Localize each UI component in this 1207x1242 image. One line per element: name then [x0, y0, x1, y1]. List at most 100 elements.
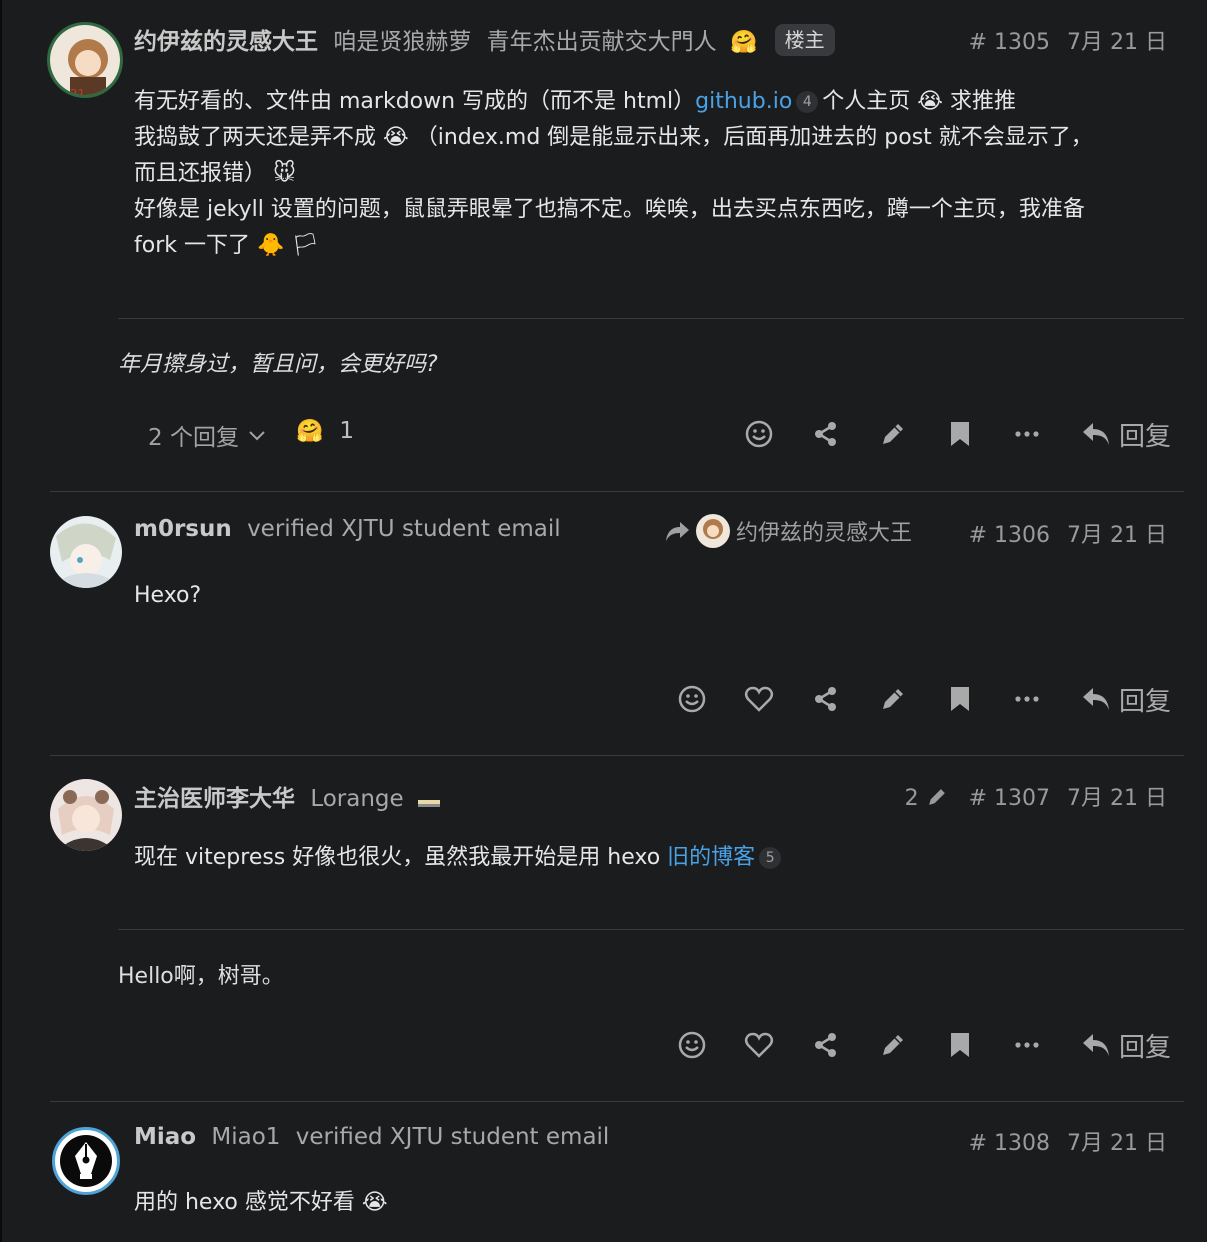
smile-icon [746, 420, 773, 448]
share-icon [815, 687, 837, 711]
post-body: 现在 vitepress 好像也很火，虽然我最开始是用 hexo 旧的博客 5 [134, 840, 1174, 876]
avatar[interactable] [52, 1127, 120, 1195]
reply-to-username: 约伊兹的灵感大王 [736, 521, 913, 546]
bookmark-icon [951, 1033, 970, 1057]
like-button[interactable] [726, 679, 793, 719]
edit-button[interactable] [860, 414, 927, 454]
post-number[interactable]: # 1308 [969, 1131, 1050, 1156]
more-button[interactable] [994, 679, 1061, 719]
username[interactable]: m0rsun [134, 516, 232, 542]
bookmark-icon [951, 687, 970, 711]
github-link[interactable]: github.io [695, 89, 792, 114]
edit-button[interactable] [860, 1025, 927, 1065]
link-click-count: 4 [796, 91, 819, 113]
react-button[interactable] [659, 1025, 726, 1065]
reply-icon [1082, 423, 1109, 445]
edit-count: 2 [904, 786, 919, 811]
ellipsis-icon [1015, 696, 1040, 702]
old-blog-link[interactable]: 旧的博客 [667, 845, 755, 870]
reaction-count: 1 [339, 418, 355, 444]
post-date[interactable]: 7月 21 日 [1067, 30, 1167, 55]
reply-button[interactable]: 回复 [1081, 416, 1171, 453]
username[interactable]: Miao [134, 1124, 196, 1150]
post-date[interactable]: 7月 21 日 [1067, 523, 1167, 548]
text: 求推推 [950, 89, 1017, 114]
reply-label: 回复 [1118, 421, 1171, 452]
text: 好像是 jekyll 设置的问题，鼠鼠弄眼晕了也搞不定。唉唉，出去买点东西吃，蹲… [134, 197, 1085, 222]
share-button[interactable] [793, 1025, 860, 1065]
reply-button[interactable]: 回复 [1081, 1027, 1171, 1064]
post-body: 有无好看的、文件由 markdown 写成的（而不是 html）github.i… [134, 84, 1174, 264]
share-icon [815, 422, 837, 446]
ellipsis-icon [1015, 431, 1040, 437]
reaction-summary[interactable]: 🤗 1 [296, 418, 354, 444]
post-number[interactable]: # 1307 [969, 786, 1050, 811]
reply-icon [1082, 1034, 1109, 1056]
smile-icon [679, 1031, 706, 1059]
react-button[interactable] [726, 414, 793, 454]
replies-label: 2 个回复 [148, 425, 239, 451]
user-title: 青年杰出贡献交大門人 [486, 29, 717, 55]
full-name: Lorange [310, 786, 404, 812]
reply-arrow-icon [666, 522, 689, 541]
text: 而且还报错） [134, 161, 267, 186]
post-number[interactable]: # 1306 [969, 523, 1050, 548]
pencil-icon [883, 689, 904, 709]
avatar-image [50, 779, 122, 851]
post-actions: 回复 [726, 414, 1171, 454]
replies-toggle[interactable]: 2 个回复 [148, 418, 269, 452]
share-button[interactable] [793, 679, 860, 719]
post-divider [50, 755, 1184, 756]
post-actions: 回复 [659, 1025, 1171, 1065]
pencil-icon [928, 789, 945, 805]
avatar-image [50, 516, 122, 588]
share-icon [815, 1033, 837, 1057]
chick-emoji: 🐥 [256, 233, 285, 258]
post-meta: # 1308 7月 21 日 [959, 1125, 1167, 1157]
post-number[interactable]: # 1305 [969, 30, 1050, 55]
post-date[interactable]: 7月 21 日 [1067, 786, 1167, 811]
more-button[interactable] [994, 414, 1061, 454]
user-status-icon [417, 800, 440, 807]
post-meta: # 1306 7月 21 日 [959, 517, 1167, 549]
cry-emoji: 😭 [361, 1190, 388, 1215]
bookmark-button[interactable] [927, 679, 994, 719]
signature-divider [118, 929, 1184, 930]
link-click-count: 5 [759, 847, 782, 869]
reply-label: 回复 [1118, 686, 1171, 717]
text: 有无好看的、文件由 markdown 写成的（而不是 html） [134, 89, 696, 114]
user-title: verified XJTU student email [247, 516, 561, 542]
avatar[interactable] [50, 779, 122, 851]
text: fork 一下了 [134, 233, 250, 258]
share-button[interactable] [793, 414, 860, 454]
body-line: 好像是 jekyll 设置的问题，鼠鼠弄眼晕了也搞不定。唉唉，出去买点东西吃，蹲… [134, 192, 1174, 228]
reply-to-tab[interactable]: 约伊兹的灵感大王 [664, 514, 912, 548]
like-button[interactable] [726, 1025, 793, 1065]
more-button[interactable] [994, 1025, 1061, 1065]
reply-label: 回复 [1118, 1032, 1171, 1063]
username[interactable]: 约伊兹的灵感大王 [134, 29, 318, 55]
heart-icon [745, 686, 774, 712]
pencil-icon [883, 1035, 904, 1055]
user-title: verified XJTU student email [295, 1124, 610, 1150]
body-line: 而且还报错） 🐭 [134, 156, 1174, 192]
post-actions: 回复 [659, 679, 1171, 719]
heart-icon [745, 1032, 774, 1058]
post-header: Miao Miao1 verified XJTU student email [134, 1124, 609, 1150]
username[interactable]: 主治医师李大华 [134, 786, 295, 812]
avatar-image: 21 [50, 25, 120, 98]
bookmark-button[interactable] [927, 414, 994, 454]
edit-button[interactable] [860, 679, 927, 719]
avatar[interactable]: 21 [47, 22, 123, 98]
post-divider [50, 491, 1184, 492]
bookmark-icon [951, 422, 970, 446]
edit-history[interactable]: 2 [895, 786, 955, 811]
body-line: 我捣鼓了两天还是弄不成 😭 （index.md 倒是能显示出来，后面再加进去的 … [134, 120, 1174, 156]
avatar[interactable] [50, 516, 122, 588]
reply-button[interactable]: 回复 [1081, 681, 1171, 718]
post-date[interactable]: 7月 21 日 [1067, 1131, 1167, 1156]
bookmark-button[interactable] [927, 1025, 994, 1065]
react-button[interactable] [659, 679, 726, 719]
svg-text:21: 21 [70, 87, 85, 98]
post-divider [50, 1101, 1184, 1102]
